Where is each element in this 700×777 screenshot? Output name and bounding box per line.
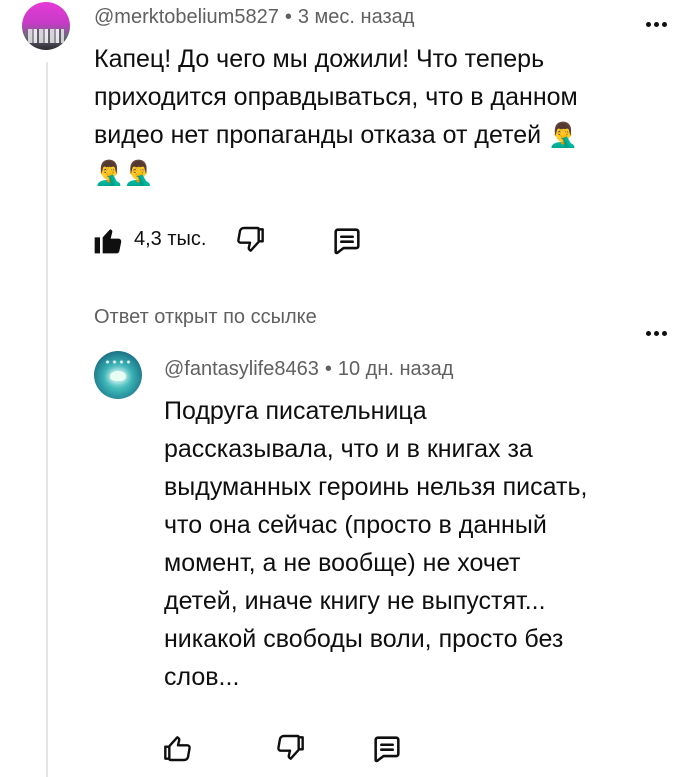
reply-line: Подруга писательница xyxy=(164,397,427,425)
reply-line: что она сейчас (просто в данный xyxy=(164,511,547,539)
reply-section-label: Ответ открыт по ссылке xyxy=(94,306,317,328)
comment-line: 🤦‍♂️🤦‍♂️ xyxy=(94,154,578,192)
like-button[interactable] xyxy=(92,224,124,261)
comment-line: Капец! До чего мы дожили! Что теперь xyxy=(94,45,545,73)
comment-author[interactable]: @merktobelium5827 xyxy=(94,6,279,28)
reply-button[interactable] xyxy=(330,224,364,263)
avatar[interactable] xyxy=(22,2,70,50)
more-vertical-icon[interactable] xyxy=(646,22,668,28)
thumbs-down-icon xyxy=(277,734,304,760)
avatar[interactable] xyxy=(94,351,142,399)
avatar-image xyxy=(104,359,132,365)
thumbs-down-icon xyxy=(237,226,264,252)
reply-comment-icon xyxy=(334,228,360,255)
thumbs-up-icon xyxy=(94,229,122,254)
avatar-image xyxy=(28,29,64,43)
reply-button[interactable] xyxy=(370,732,404,771)
reply-time[interactable]: 10 дн. назад xyxy=(338,358,454,380)
comment-time[interactable]: 3 мес. назад xyxy=(298,6,415,28)
thumbs-up-icon xyxy=(164,736,191,762)
reply-line: никакой свободы воли, просто без xyxy=(164,625,564,653)
reply-line: детей, иначе книгу не выпустят... xyxy=(164,587,546,615)
comment-body: Капец! До чего мы дожили! Что теперь при… xyxy=(94,40,578,192)
reply-line: слов... xyxy=(164,663,240,691)
comment-line: приходится оправдываться, что в данном xyxy=(94,83,578,111)
comment-line: видео нет пропаганды отказа от детей 🤦‍♂… xyxy=(94,121,578,149)
reply-line: выдуманных героинь нельзя писать, xyxy=(164,473,588,501)
comment-thread: @merktobelium5827 • 3 мес. назад Капец! До… xyxy=(0,0,700,777)
reply-body: Подруга писательница рассказывала, что и… xyxy=(164,392,587,696)
reply-author[interactable]: @fantasylife8463 xyxy=(164,358,319,380)
reply-line: момент, а не вообще) не хочет xyxy=(164,549,521,577)
facepalm-emoji: 🤦‍♂️ xyxy=(123,159,154,187)
avatar-image xyxy=(110,371,126,381)
facepalm-emoji: 🤦‍♂️ xyxy=(94,159,124,187)
reply-meta: @fantasylife8463 • 10 дн. назад xyxy=(164,358,453,381)
reply-comment-icon xyxy=(374,736,400,763)
like-button[interactable] xyxy=(162,732,194,769)
more-vertical-icon[interactable] xyxy=(646,331,668,337)
thread-line xyxy=(46,62,48,777)
facepalm-emoji: 🤦‍♂️ xyxy=(548,121,578,149)
reply-line: рассказывала, что и в книгах за xyxy=(164,435,533,463)
meta-separator: • xyxy=(284,6,292,28)
dislike-button[interactable] xyxy=(274,732,306,769)
like-count: 4,3 тыс. xyxy=(134,228,207,250)
dislike-button[interactable] xyxy=(234,224,266,261)
comment-meta: @merktobelium5827 • 3 мес. назад xyxy=(94,6,414,29)
meta-separator: • xyxy=(324,358,332,380)
